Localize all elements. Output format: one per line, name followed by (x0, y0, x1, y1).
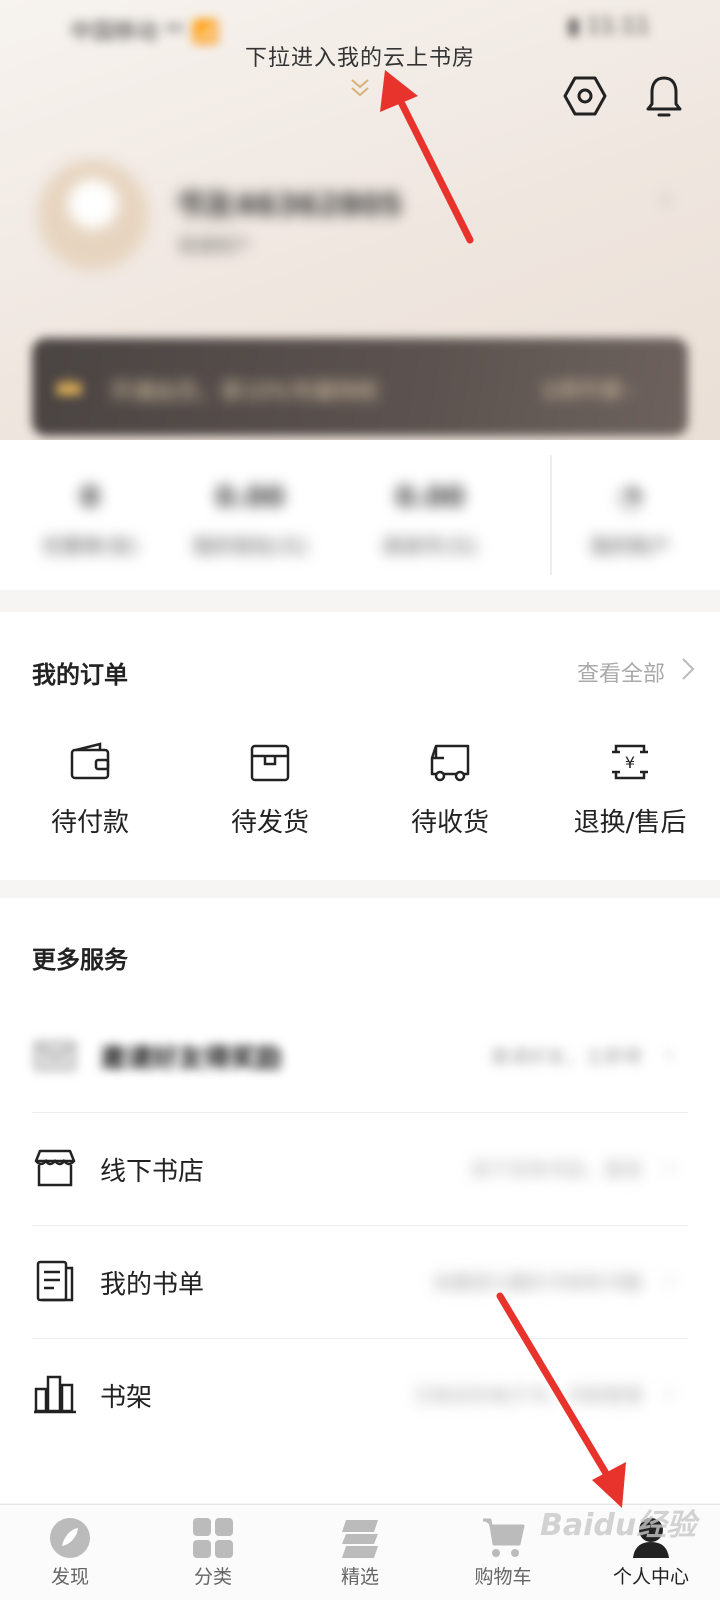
service-label: 我的书单 (100, 1270, 205, 1300)
stat-label: 阅读币(元) (382, 534, 478, 558)
refund-icon: ¥ (612, 744, 648, 780)
service-invite-friends[interactable]: 邀请好友得奖励 邀请好友，立即得 › (32, 1000, 688, 1113)
compass-icon (50, 1518, 90, 1558)
pull-down-hint: 下拉进入我的云上书房 (244, 46, 475, 71)
grid-icon (193, 1518, 233, 1558)
avatar[interactable] (38, 160, 148, 270)
account-clock-icon: ◔ (617, 480, 643, 513)
service-offline-bookstore[interactable]: 线下书店 线下实体书店，查找 › (32, 1113, 688, 1226)
mail-icon (34, 1041, 76, 1071)
stat-my-account[interactable]: ◔ 我的账户 (550, 480, 710, 559)
chevron-right-icon[interactable] (680, 656, 696, 682)
nav-label: 分类 (193, 1566, 232, 1588)
nav-featured[interactable]: 精选 (305, 1516, 415, 1589)
selection-icon (342, 1520, 378, 1558)
stat-reading-coins[interactable]: 0.00 阅读币(元) (350, 480, 510, 559)
truck-icon (430, 744, 470, 782)
vip-banner-text: 开通会员，享10%专属特权 (110, 380, 379, 405)
chevron-right-icon[interactable]: › (660, 185, 670, 215)
vip-open-button[interactable]: 立即开通 › (540, 374, 634, 403)
view-all-orders-link[interactable]: 查看全部 (577, 656, 665, 688)
settings-icon[interactable] (561, 72, 609, 120)
crown-icon (56, 376, 82, 395)
service-desc: 收藏感兴趣的书单和书籍 (432, 1272, 642, 1294)
order-refund-aftersale[interactable]: ¥ 退换/售后 (555, 738, 705, 839)
chevron-right-icon: › (664, 1379, 674, 1407)
service-desc: 已购买的电子书，书架管理 (413, 1385, 642, 1407)
booklist-icon (36, 1260, 74, 1302)
stat-value: 0.00 (215, 480, 285, 513)
service-label: 邀请好友得奖励 (100, 1044, 283, 1074)
nav-category[interactable]: 分类 (158, 1516, 268, 1589)
stat-coupons[interactable]: 0 优惠券(张) (10, 480, 170, 559)
service-bookshelf[interactable]: 书架 已购买的电子书，书架管理 › (32, 1339, 688, 1452)
bookshelf-icon (34, 1375, 76, 1414)
nav-label: 精选 (340, 1566, 379, 1588)
stat-value: 0 (80, 480, 100, 513)
service-desc: 邀请好友，立即得 (489, 1046, 642, 1068)
service-label: 线下书店 (100, 1157, 205, 1187)
user-type: 普通用户 (178, 236, 250, 257)
service-label: 书架 (100, 1383, 153, 1413)
chevron-right-icon: › (664, 1266, 674, 1294)
chevron-right-icon: › (664, 1153, 674, 1181)
order-to-ship[interactable]: 待发货 (195, 738, 345, 839)
order-label: 待收货 (410, 808, 489, 838)
nav-label: 发现 (50, 1566, 89, 1588)
service-my-booklist[interactable]: 我的书单 收藏感兴趣的书单和书籍 › (32, 1226, 688, 1339)
orders-title: 我的订单 (32, 661, 128, 689)
chevron-right-icon: › (664, 1040, 674, 1068)
stat-label: 我的钱包(元) (192, 534, 308, 558)
bell-icon[interactable] (640, 72, 688, 120)
stat-label: 优惠券(张) (42, 534, 138, 558)
order-to-receive[interactable]: 待收货 (375, 738, 525, 839)
stat-label: 我的账户 (590, 534, 670, 558)
baidu-jingyan-watermark: Baidu经验 (540, 1508, 697, 1543)
store-icon (34, 1149, 76, 1187)
service-desc: 线下实体书店，查找 (470, 1159, 642, 1181)
order-pending-payment[interactable]: 待付款 (15, 738, 165, 839)
svg-text:¥: ¥ (625, 753, 635, 772)
order-label: 待付款 (50, 808, 129, 838)
box-icon (250, 744, 290, 782)
nav-label: 个人中心 (612, 1566, 689, 1588)
cart-icon (483, 1518, 525, 1557)
username[interactable]: 书友46362805 (175, 180, 402, 224)
battery-clock: ▮ 11:11 (567, 14, 651, 39)
stat-wallet[interactable]: 0.00 我的钱包(元) (170, 480, 330, 559)
wallet-icon (70, 742, 110, 780)
nav-label: 购物车 (474, 1566, 532, 1588)
double-chevron-down-icon (351, 79, 369, 97)
services-title: 更多服务 (32, 946, 128, 974)
nav-discover[interactable]: 发现 (15, 1516, 125, 1589)
order-label: 待发货 (230, 808, 309, 838)
order-label: 退换/售后 (573, 808, 687, 838)
stat-value: 0.00 (395, 480, 465, 513)
